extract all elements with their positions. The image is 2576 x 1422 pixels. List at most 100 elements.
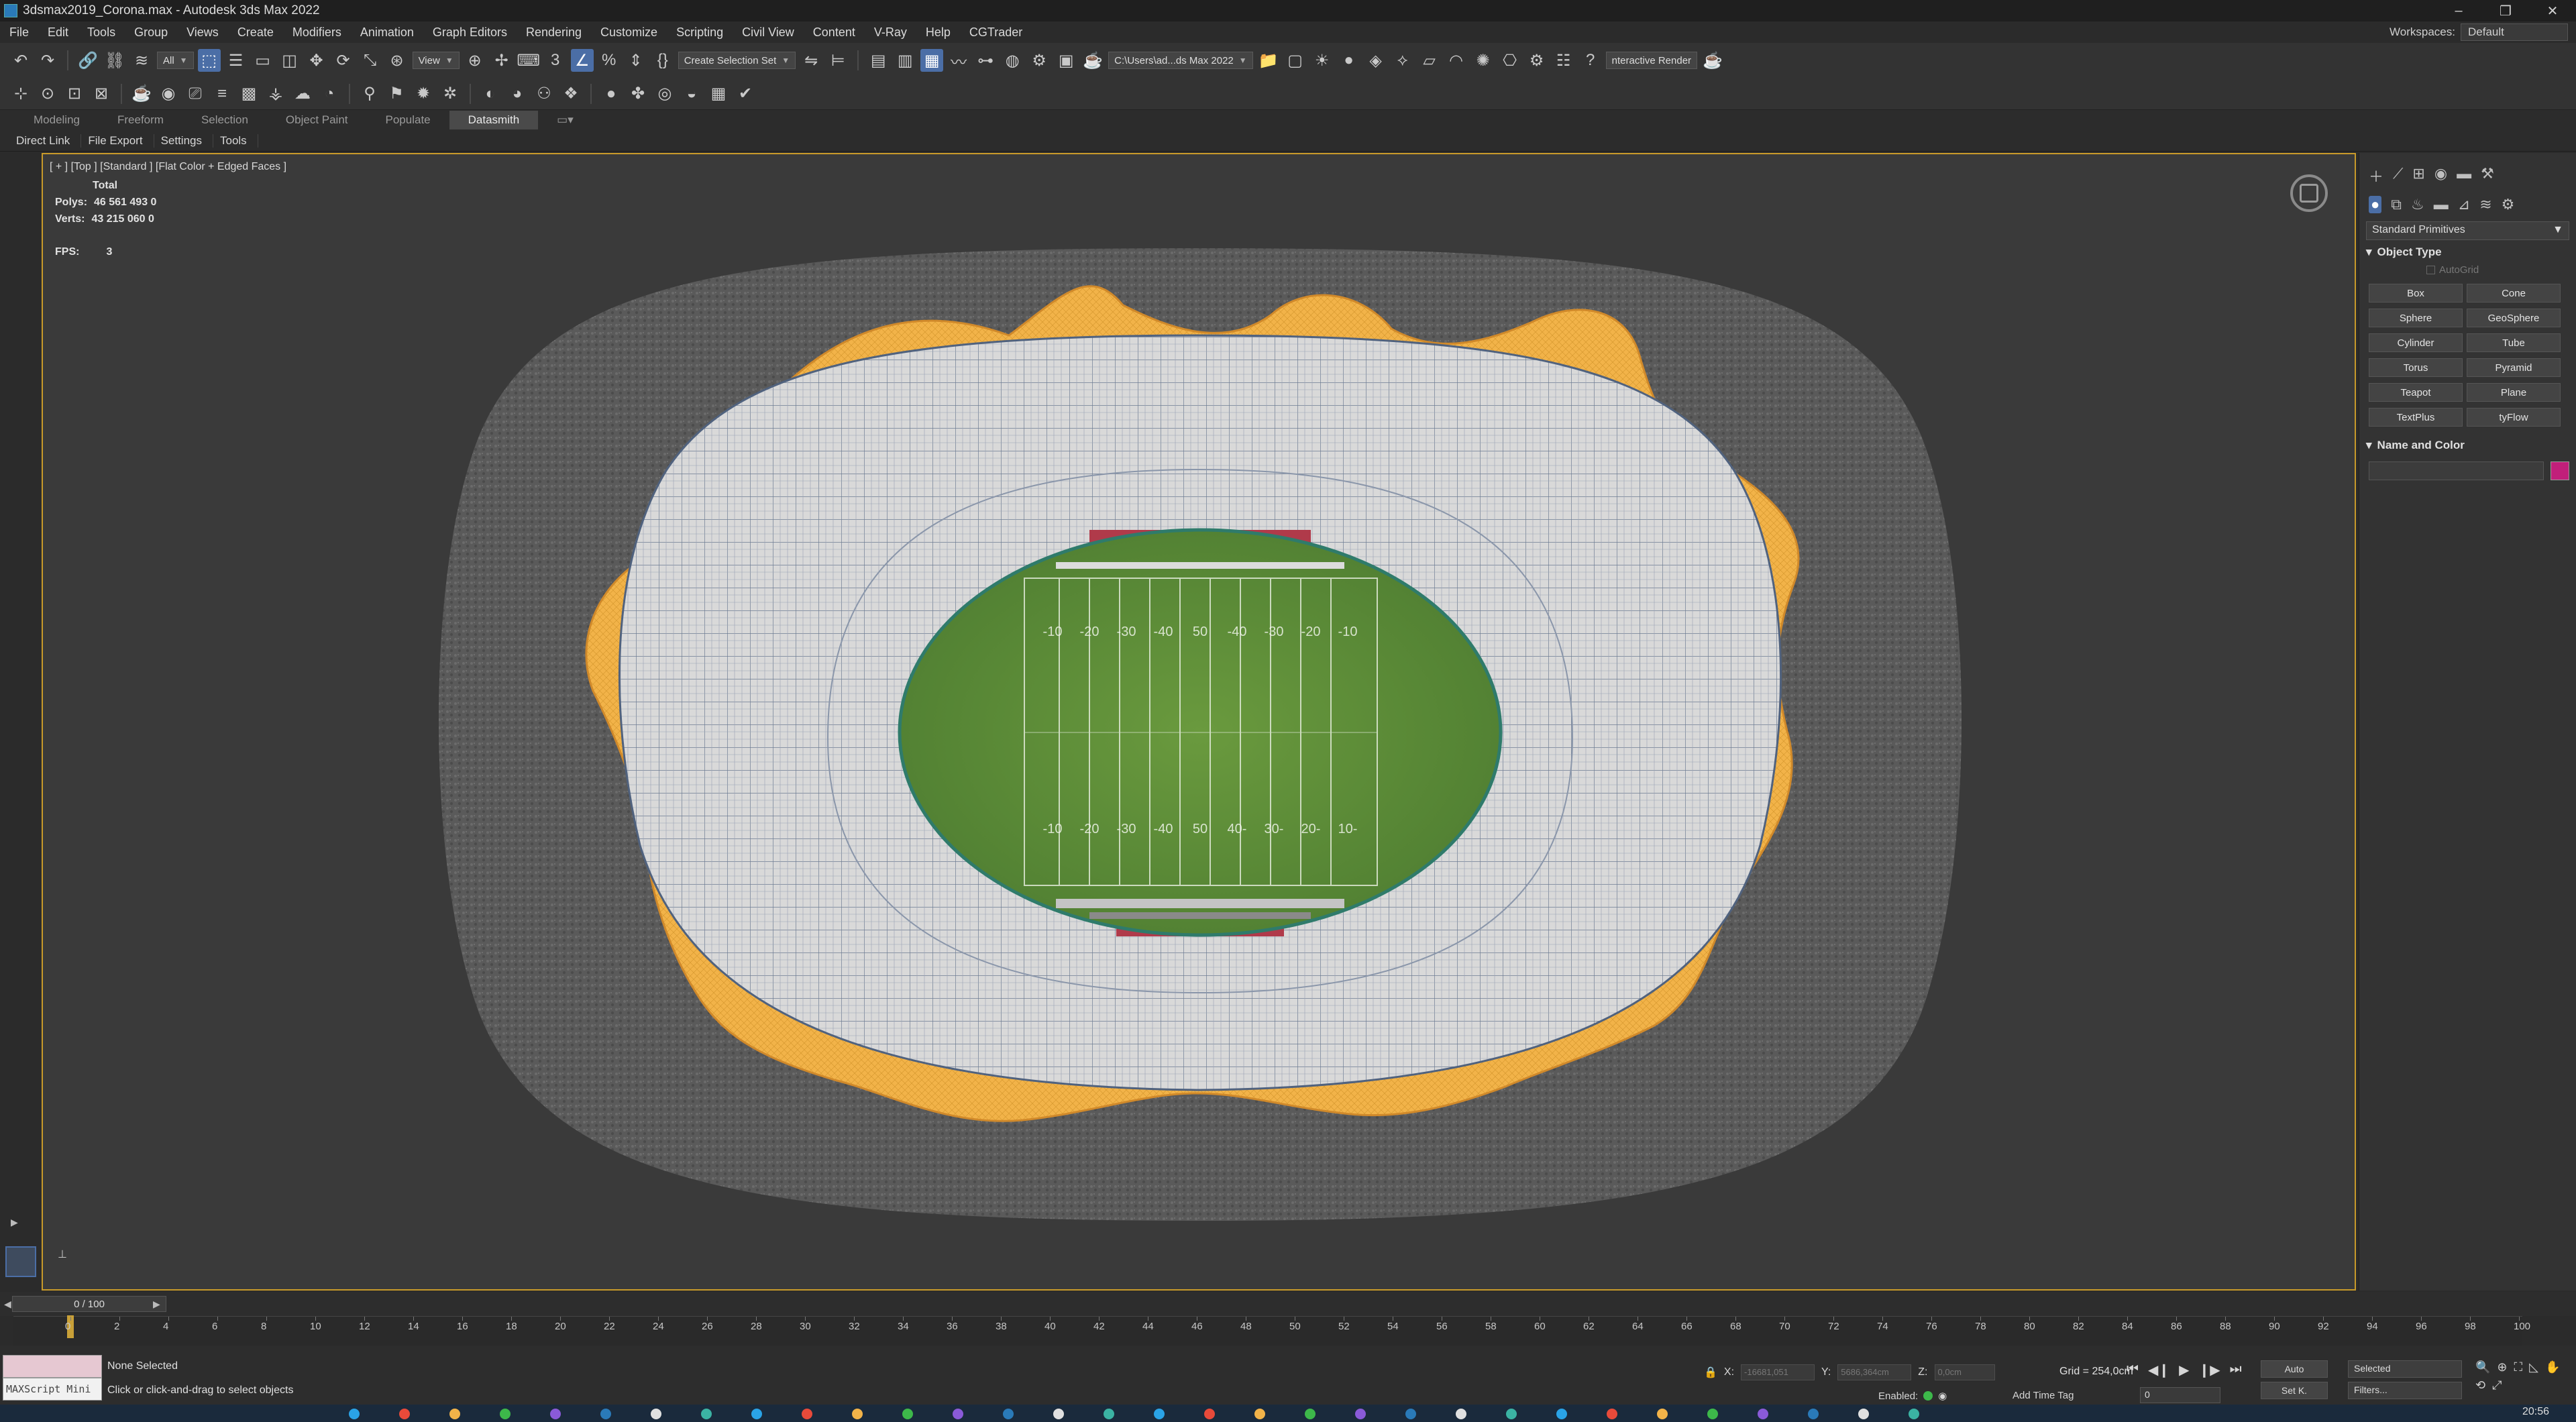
taskbar-app-icon[interactable] xyxy=(852,1409,863,1419)
ribbon-tab-populate[interactable]: Populate xyxy=(367,111,449,129)
taskbar-app-icon[interactable] xyxy=(953,1409,963,1419)
window-crossing-icon[interactable]: ◫ xyxy=(278,49,301,72)
set-key-button[interactable]: Set K. xyxy=(2261,1382,2328,1399)
taskbar-app-icon[interactable] xyxy=(1254,1409,1265,1419)
pivot-center-icon[interactable]: ⊕ xyxy=(464,49,486,72)
menu-file[interactable]: File xyxy=(0,25,38,40)
time-slider-thumb[interactable]: 0 / 100 xyxy=(12,1296,166,1312)
maxscript-input[interactable]: MAXScript Mini xyxy=(3,1378,102,1401)
z-coordinate-field[interactable]: 0,0cm xyxy=(1934,1364,1995,1380)
render-setup-icon[interactable]: ⚙ xyxy=(1028,49,1051,72)
zoom-icon[interactable]: 🔍 xyxy=(2475,1360,2490,1374)
mirror-icon[interactable]: ⇋ xyxy=(800,49,822,72)
utilities-tab-icon[interactable]: ⚒ xyxy=(2481,165,2494,186)
taskbar-app-icon[interactable] xyxy=(349,1409,360,1419)
menu-help[interactable]: Help xyxy=(916,25,960,40)
object-name-input[interactable] xyxy=(2369,461,2544,480)
field-of-view-icon[interactable]: ◺ xyxy=(2529,1360,2538,1374)
play-icon[interactable]: ▶ xyxy=(2179,1362,2189,1378)
vray-light-icon[interactable]: ☀ xyxy=(1311,49,1334,72)
rendered-frame-window-icon[interactable]: ▣ xyxy=(1055,49,1077,72)
vray-fur-icon[interactable]: ⟡ xyxy=(1391,49,1414,72)
sun-positioner-icon[interactable]: ✲ xyxy=(439,83,462,105)
edit-named-selection-icon[interactable]: {} xyxy=(651,49,674,72)
taskbar-app-icon[interactable] xyxy=(1607,1409,1617,1419)
placement-icon[interactable]: ⊛ xyxy=(386,49,409,72)
create-selection-set-dropdown[interactable]: Create Selection Set ▼ xyxy=(678,52,796,69)
helpers-category-icon[interactable]: ⊿ xyxy=(2458,196,2470,213)
lock-selection-icon[interactable]: 🔒 xyxy=(1704,1366,1717,1379)
menu-create[interactable]: Create xyxy=(228,25,283,40)
bind-space-warp-icon[interactable]: ≋ xyxy=(130,49,153,72)
time-slider-left-arrow-icon[interactable]: ◀ xyxy=(4,1299,11,1310)
select-object-icon[interactable]: ⬚ xyxy=(197,49,221,72)
selection-filter-dropdown[interactable]: All ▼ xyxy=(157,52,194,69)
taskbar-app-icon[interactable] xyxy=(1355,1409,1366,1419)
maxscript-output[interactable] xyxy=(3,1355,102,1378)
display-tab-icon[interactable]: ▬ xyxy=(2457,165,2471,186)
key-selection-dropdown[interactable]: Selected xyxy=(2348,1360,2462,1378)
vray-proxy-icon[interactable]: ◈ xyxy=(1364,49,1387,72)
taskbar-app-icon[interactable] xyxy=(1707,1409,1718,1419)
render-production-icon[interactable]: ☕ xyxy=(1081,49,1104,72)
ribbon-tab-selection[interactable]: Selection xyxy=(182,111,267,129)
subtab-settings[interactable]: Settings xyxy=(154,133,213,148)
subtab-tools[interactable]: Tools xyxy=(213,133,258,148)
close-button[interactable]: ✕ xyxy=(2529,0,2576,21)
scale-icon[interactable]: ⤡ xyxy=(359,49,382,72)
vray-sun-icon[interactable]: ✺ xyxy=(1472,49,1495,72)
camera-icon[interactable]: ⎚ xyxy=(184,83,207,105)
omni-light-icon[interactable]: ☁ xyxy=(291,83,314,105)
textplus-button[interactable]: TextPlus xyxy=(2369,408,2463,427)
vray-plane-icon[interactable]: ▱ xyxy=(1418,49,1441,72)
vray-camera-icon[interactable]: ⎔ xyxy=(1499,49,1521,72)
snap-vertex-icon[interactable]: ⊙ xyxy=(36,83,59,105)
name-and-color-rollout[interactable]: ▾ Name and Color xyxy=(2366,439,2569,452)
schematic-view-icon[interactable]: ⊶ xyxy=(974,49,997,72)
geometry-category-icon[interactable]: ● xyxy=(2369,196,2382,213)
taskbar-app-icon[interactable] xyxy=(1657,1409,1668,1419)
vray-sphere-icon[interactable]: ● xyxy=(1338,49,1360,72)
lights-category-icon[interactable]: ♨ xyxy=(2411,196,2424,213)
systems-category-icon[interactable]: ⚙ xyxy=(2502,196,2515,213)
menu-civil-view[interactable]: Civil View xyxy=(733,25,804,40)
viewcube-icon[interactable] xyxy=(2290,174,2328,212)
target-light-icon[interactable]: ⚑ xyxy=(385,83,408,105)
enabled-status-icon[interactable] xyxy=(1923,1391,1933,1401)
physical-camera-icon[interactable]: ⚇ xyxy=(533,83,555,105)
hierarchy-tab-icon[interactable]: ⊞ xyxy=(2412,165,2424,186)
percent-snap-icon[interactable]: % xyxy=(598,49,621,72)
auto-key-button[interactable]: Auto xyxy=(2261,1360,2328,1378)
vray-lister-icon[interactable]: ☷ xyxy=(1552,49,1575,72)
viewport-top[interactable]: -10 -20 -30 -40 50 -40 -30 -20 -10 -10 -… xyxy=(42,153,2356,1291)
current-frame-field[interactable]: 0 xyxy=(2140,1387,2220,1403)
project-folder-icon[interactable]: 📁 xyxy=(1257,49,1280,72)
object-color-swatch[interactable] xyxy=(2551,461,2569,480)
orbit-icon[interactable]: ⟲ xyxy=(2475,1378,2485,1392)
menu-vray[interactable]: V-Ray xyxy=(865,25,916,40)
previous-frame-icon[interactable]: ◀❙ xyxy=(2148,1362,2169,1378)
material-sphere-icon[interactable]: ◕ xyxy=(506,83,529,105)
taskbar-app-icon[interactable] xyxy=(1808,1409,1819,1419)
cameras-category-icon[interactable]: ▬ xyxy=(2434,196,2449,213)
unlink-icon[interactable]: ⛓ xyxy=(103,49,126,72)
gray-sphere-icon[interactable]: ● xyxy=(600,83,623,105)
create-tab-icon[interactable]: ＋ xyxy=(2369,165,2383,186)
undo-icon[interactable]: ↶ xyxy=(9,49,32,72)
render-element-icon[interactable]: ◐ xyxy=(479,83,502,105)
autogrid-checkbox[interactable]: AutoGrid xyxy=(2426,264,2576,276)
taskbar-app-icon[interactable] xyxy=(1104,1409,1114,1419)
modify-tab-icon[interactable]: ⟋ xyxy=(2393,165,2403,186)
taskbar-app-icon[interactable] xyxy=(651,1409,661,1419)
taskbar-app-icon[interactable] xyxy=(902,1409,913,1419)
light-lister-icon[interactable]: ⚶ xyxy=(264,83,287,105)
teapot-button[interactable]: Teapot xyxy=(2369,383,2463,402)
viewport-label[interactable]: [ + ] [Top ] [Standard ] [Flat Color + E… xyxy=(50,161,286,173)
bitmap-icon[interactable]: ▦ xyxy=(707,83,730,105)
reference-coordinate-dropdown[interactable]: View ▼ xyxy=(412,52,460,69)
keyboard-shortcut-icon[interactable]: ⌨ xyxy=(517,49,540,72)
taskbar-app-icon[interactable] xyxy=(1556,1409,1567,1419)
space-warps-category-icon[interactable]: ≋ xyxy=(2479,196,2491,213)
degradation-toggle-icon[interactable]: ◉ xyxy=(1938,1390,1947,1402)
time-slider-right-arrow-icon[interactable]: ▶ xyxy=(153,1299,160,1310)
